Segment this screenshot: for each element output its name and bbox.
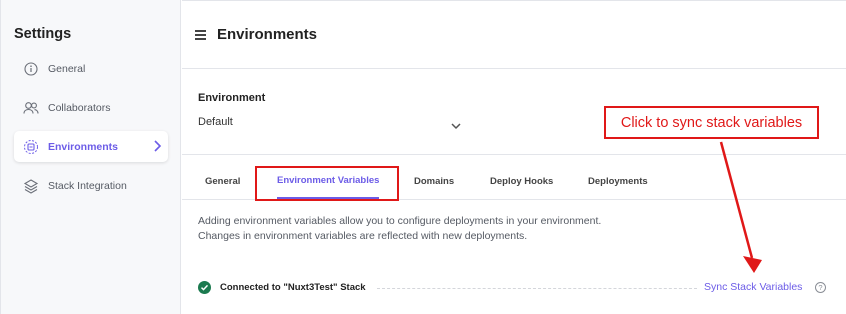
tab-deploy-hooks[interactable]: Deploy Hooks [490,163,553,199]
stack-connection-status: Connected to "Nuxt3Test" Stack [198,281,366,294]
description-line: Changes in environment variables are ref… [198,230,528,242]
info-circle-icon [22,60,40,78]
sidebar-item-label: General [48,62,86,75]
environment-select-value: Default [198,116,233,128]
page-header: Environments [182,0,846,69]
environment-label: Environment [198,92,266,104]
divider [182,154,846,155]
annotation-callout: Click to sync stack variables [604,106,819,139]
sidebar-item-label: Stack Integration [48,179,127,192]
environment-variables-description: Adding environment variables allow you t… [198,214,601,244]
description-line: Adding environment variables allow you t… [198,215,602,227]
sidebar-item-label: Environments [48,140,119,153]
chevron-right-icon [152,139,162,158]
tab-general[interactable]: General [205,163,240,199]
connection-status-text: Connected to "Nuxt3Test" Stack [220,282,366,293]
dotted-separator [377,288,697,289]
main-content: Environment Default Click to sync stack … [182,70,846,314]
sidebar-title: Settings [14,26,72,42]
users-icon [22,99,40,117]
tab-deployments[interactable]: Deployments [588,163,648,199]
sidebar-item-label: Collaborators [48,101,111,114]
sidebar-item-stack-integration[interactable]: Stack Integration [14,170,168,201]
layers-icon [22,177,40,195]
page-title: Environments [217,26,318,43]
sidebar-item-collaborators[interactable]: Collaborators [14,92,168,123]
sidebar: Settings General Collaborators Environme… [0,0,181,314]
sidebar-item-general[interactable]: General [14,53,168,84]
hamburger-menu-icon[interactable] [195,30,206,40]
help-icon[interactable]: ? [815,282,826,293]
sync-stack-variables-link[interactable]: Sync Stack Variables [704,281,802,293]
tab-environment-variables[interactable]: Environment Variables [277,163,380,199]
check-circle-icon [198,281,211,294]
environments-icon [22,138,40,156]
tab-domains[interactable]: Domains [414,163,454,199]
tab-bar: General Environment Variables Domains De… [182,163,846,200]
chevron-down-icon [450,118,462,136]
environment-select[interactable]: Default [198,111,466,133]
sidebar-item-environments[interactable]: Environments [14,131,168,162]
